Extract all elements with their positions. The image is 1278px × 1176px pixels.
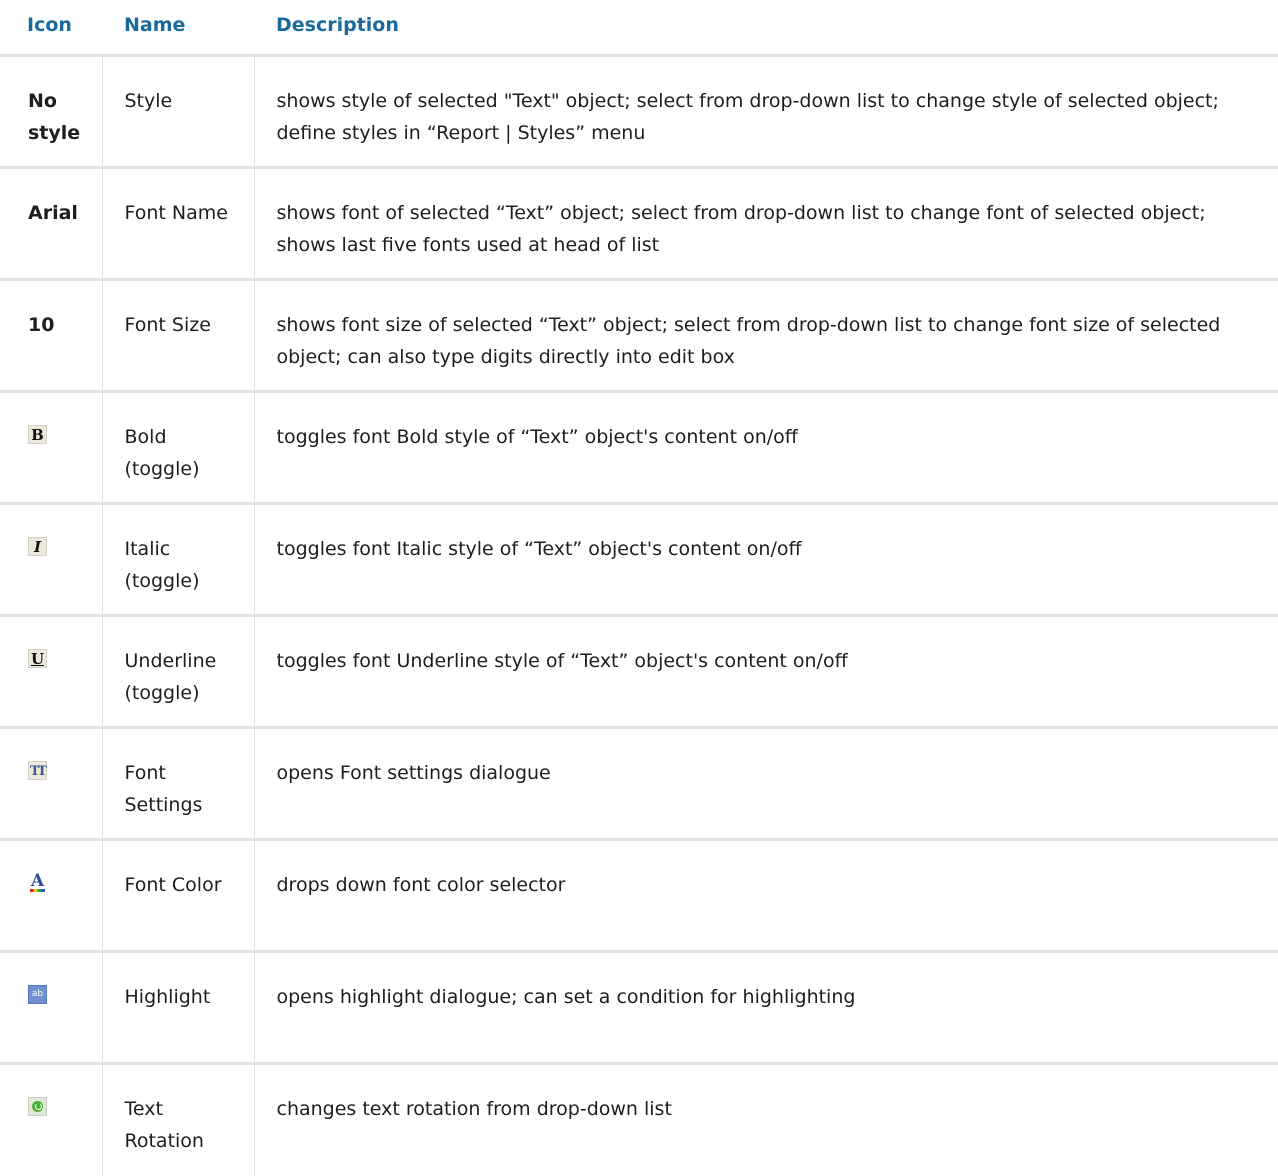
name-cell: Bold (toggle) (102, 391, 255, 505)
font-settings-icon: TT (28, 761, 47, 780)
table-header-row: Icon Name Description (0, 0, 1278, 57)
description-cell: opens highlight dialogue; can set a cond… (254, 951, 1278, 1065)
name-cell: Font Color (102, 839, 255, 953)
icon-cell: TT (0, 727, 103, 841)
font-size-preview-text: 10 (28, 314, 55, 336)
icon-cell: I (0, 503, 103, 617)
font-name-preview-text: Arial (28, 202, 78, 224)
icon-cell: B (0, 391, 103, 505)
table-row: Text Rotation changes text rotation from… (0, 1063, 1278, 1176)
description-cell: opens Font settings dialogue (254, 727, 1278, 841)
description-cell: toggles font Bold style of “Text” object… (254, 391, 1278, 505)
font-color-glyph: A (30, 871, 45, 891)
table-row: Arial Font Name shows font of selected “… (0, 167, 1278, 281)
name-cell: Style (102, 55, 255, 169)
name-cell: Text Rotation (102, 1063, 255, 1176)
table-row: A Font Color drops down font color selec… (0, 839, 1278, 953)
icon-cell: U (0, 615, 103, 729)
table-row: U Underline (toggle) toggles font Underl… (0, 615, 1278, 729)
table-row: B Bold (toggle) toggles font Bold style … (0, 391, 1278, 505)
icon-cell: No style (0, 55, 103, 169)
italic-icon: I (28, 537, 47, 556)
header-name: Name (102, 0, 254, 57)
icon-cell: A (0, 839, 103, 953)
style-preview-text: No style (28, 90, 81, 144)
description-cell: shows font size of selected “Text” objec… (254, 279, 1278, 393)
underline-icon: U (28, 649, 47, 668)
highlight-icon: ab (28, 985, 47, 1004)
toolbar-reference-table: Icon Name Description No style Style sho… (0, 0, 1278, 1176)
description-cell: shows font of selected “Text” object; se… (254, 167, 1278, 281)
description-cell: drops down font color selector (254, 839, 1278, 953)
bold-icon: B (28, 425, 47, 444)
icon-cell (0, 1063, 103, 1176)
font-color-icon: A (28, 873, 47, 892)
description-cell: changes text rotation from drop-down lis… (276, 1098, 672, 1120)
table-row: I Italic (toggle) toggles font Italic st… (0, 503, 1278, 617)
description-cell: shows style of selected "Text" object; s… (254, 55, 1278, 169)
name-cell: Font Size (102, 279, 255, 393)
name-cell: Highlight (102, 951, 255, 1065)
icon-cell: ab (0, 951, 103, 1065)
table-row: ab Highlight opens highlight dialogue; c… (0, 951, 1278, 1065)
header-description: Description (254, 0, 1278, 57)
rotation-arrow (35, 1103, 42, 1110)
icon-cell: Arial (0, 167, 103, 281)
table-row: 10 Font Size shows font size of selected… (0, 279, 1278, 393)
text-rotation-icon (28, 1097, 47, 1116)
table-row: TT Font Settings opens Font settings dia… (0, 727, 1278, 841)
name-cell: Font Settings (102, 727, 255, 841)
header-icon: Icon (0, 0, 102, 57)
description-cell: toggles font Underline style of “Text” o… (254, 615, 1278, 729)
table-row: No style Style shows style of selected "… (0, 55, 1278, 169)
name-cell: Italic (toggle) (102, 503, 255, 617)
color-bar (30, 889, 45, 892)
name-cell: Font Name (102, 167, 255, 281)
name-cell: Underline (toggle) (102, 615, 255, 729)
icon-cell: 10 (0, 279, 103, 393)
description-cell: toggles font Italic style of “Text” obje… (254, 503, 1278, 617)
